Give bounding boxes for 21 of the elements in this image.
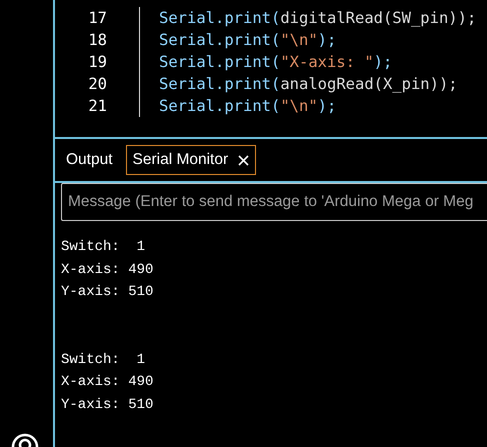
code-line: Serial.print(digitalRead(SW_pin)); [139,7,476,29]
serial-output-line: Y-axis: 510 [61,284,154,302]
line-number: 20 [87,75,107,93]
account-icon[interactable] [10,433,38,447]
panel-tab[interactable]: Output [59,145,120,175]
code-line: Serial.print("\n"); [139,29,336,51]
code-line: Serial.print("X-axis: "); [139,51,392,73]
line-number: 17 [87,9,107,27]
line-number: 18 [87,31,107,49]
serial-output-line: Y-axis: 510 [61,396,154,414]
line-number: 19 [87,53,107,71]
serial-output-line: X-axis: 490 [61,374,154,392]
line-number: 21 [87,97,107,115]
serial-output-line: Switch: 1 [61,352,146,370]
panel-tab[interactable]: Serial Monitor [126,145,256,175]
code-line: Serial.print(analogRead(X_pin)); [139,73,458,95]
message-field[interactable]: Message (Enter to send message to 'Arduino Mega or Meg [61,183,487,221]
serial-output-line: X-axis: 490 [61,262,154,280]
close-icon[interactable] [238,154,250,166]
serial-output-line: Switch: 1 [61,239,146,257]
code-line: Serial.print("\n"); [139,95,336,117]
